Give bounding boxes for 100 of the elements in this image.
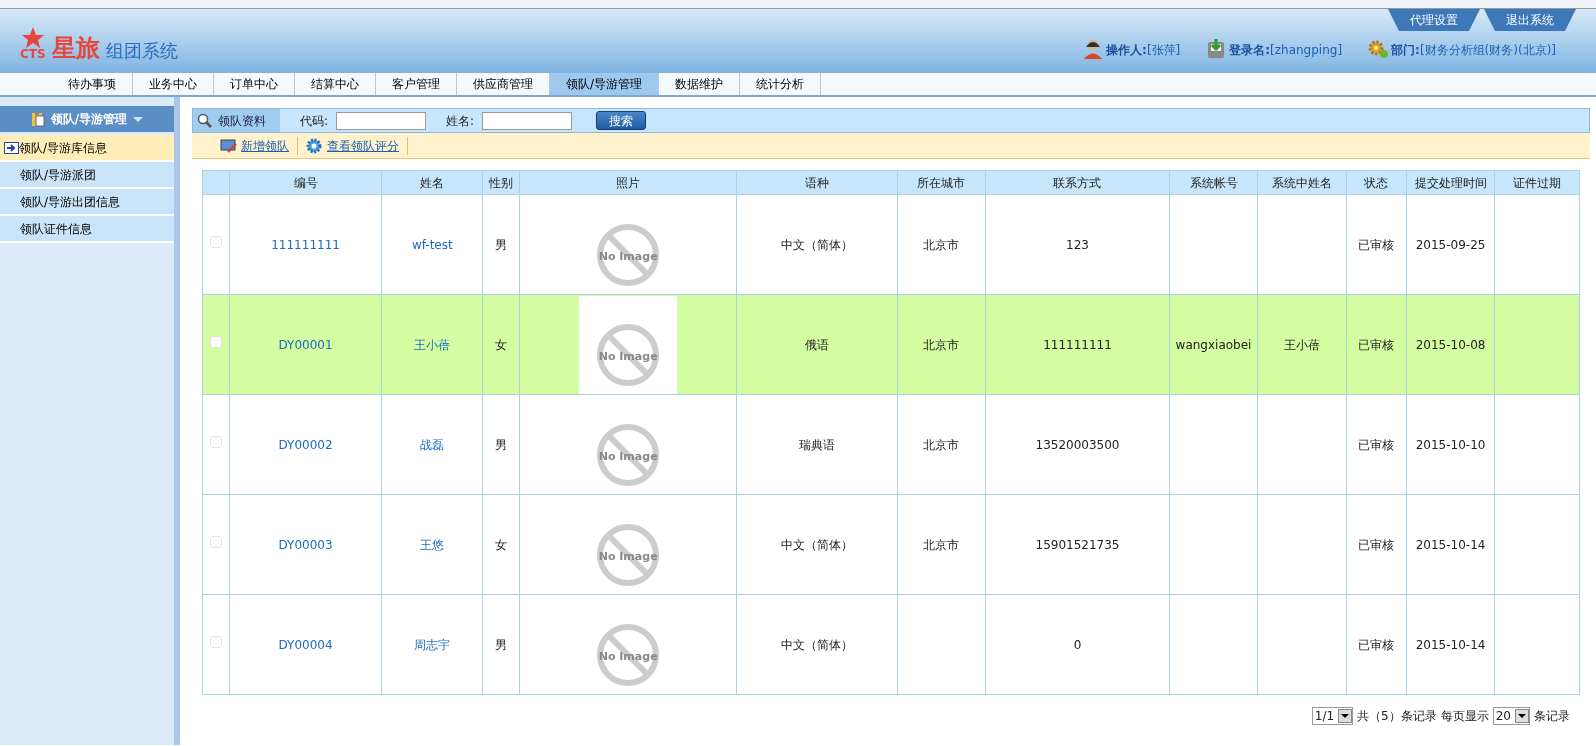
download-icon (1206, 39, 1227, 60)
table-cell-text: 北京市 (923, 437, 960, 452)
table-cell-text: 瑞典语 (798, 437, 835, 452)
no-entry-icon (596, 623, 661, 688)
row-checkbox[interactable] (209, 535, 222, 548)
table-cell-text: 15901521735 (1035, 537, 1120, 552)
row-checkbox[interactable] (209, 435, 222, 448)
nav-tab[interactable]: 结算中心 (295, 73, 376, 95)
row-checkbox[interactable] (209, 635, 222, 648)
field-label: 代码: (300, 112, 329, 130)
star-icon (21, 27, 44, 48)
nav-tab[interactable]: 客户管理 (376, 73, 457, 95)
record-link[interactable]: DY00001 (278, 337, 333, 352)
record-link[interactable]: DY00002 (278, 437, 333, 452)
column-header: 提交处理时间 (1406, 170, 1495, 195)
sidebar-item[interactable]: 领队/导游库信息 (0, 135, 174, 162)
column-header: 系统中姓名 (1257, 170, 1347, 195)
page-select[interactable]: 1/1 (1311, 707, 1354, 725)
table-cell-text: 女 (495, 337, 508, 352)
record-link[interactable]: DY00004 (278, 637, 333, 652)
record-link[interactable]: 战磊 (420, 437, 445, 452)
caret-icon (133, 116, 144, 122)
table-cell-text: 2015-10-10 (1415, 437, 1486, 452)
table-cell-text: 北京市 (923, 537, 960, 552)
nav-tab[interactable]: 业务中心 (133, 73, 214, 95)
table-row[interactable]: DY00002 战磊 男 No Image 瑞典语 北京市 13520003500 已审核 2015-10-10 (202, 394, 1580, 495)
logo-text: CTS (20, 48, 46, 60)
search-button[interactable]: 搜索 (596, 111, 647, 130)
sidebar-item[interactable]: 领队/导游出团信息 (0, 189, 174, 216)
record-link[interactable]: DY00003 (278, 537, 333, 552)
table-cell-text: 俄语 (804, 337, 829, 352)
table-cell-text: 已审核 (1358, 337, 1395, 352)
record-link[interactable]: 周志宇 (414, 637, 451, 652)
record-count: 共（5）条记录 (1357, 708, 1437, 725)
photo-caption: No Image (598, 249, 658, 266)
row-checkbox[interactable] (209, 235, 222, 248)
row-checkbox[interactable] (209, 335, 222, 348)
table-cell-text: 2015-10-14 (1415, 637, 1486, 652)
record-link[interactable]: 王小蓓 (414, 337, 451, 352)
input-field[interactable] (482, 111, 573, 130)
nav-tab[interactable]: 数据维护 (659, 73, 741, 95)
input-field[interactable] (336, 111, 427, 130)
toolbar-link[interactable]: 新增领队 (220, 136, 298, 155)
header-button[interactable]: 退出系统 (1484, 9, 1576, 31)
table-row[interactable]: 111111111 wf-test 男 No Image 中文（简体） 北京市 123 已审核 2015-09-25 (202, 194, 1580, 295)
caret-icon (1518, 714, 1526, 718)
nav-tab[interactable]: 订单中心 (214, 73, 295, 95)
header-button[interactable]: 代理设置 (1388, 9, 1480, 31)
table-cell-text: 中文（简体） (780, 537, 853, 552)
column-header: 照片 (519, 170, 737, 195)
field-label: 姓名: (446, 112, 475, 130)
table-cell-text: 已审核 (1358, 437, 1395, 452)
search-icon (197, 113, 212, 128)
column-header: 系统帐号 (1169, 170, 1258, 195)
table-row[interactable]: DY00001 王小蓓 女 No Image 俄语 北京市 111111111 wangxiaobei 王小蓓 已审核 2015-10-08 (202, 294, 1580, 395)
gear-icon (306, 137, 323, 154)
table-cell-text: wangxiaobei (1175, 337, 1252, 352)
table-cell-text: 111111111 (1043, 337, 1112, 352)
toolbar-link[interactable]: 查看领队评分 (306, 136, 408, 155)
sidebar-title: 领队/导游管理 (50, 111, 128, 128)
table-cell-text: 2015-10-08 (1415, 337, 1486, 352)
table-cell-text: 北京市 (923, 237, 960, 252)
clipboard-icon (30, 111, 45, 127)
person-icon (1083, 39, 1104, 60)
table-row[interactable]: DY00004 周志宇 男 No Image 中文（简体） 0 已审核 2015-10-14 (202, 594, 1580, 695)
search-tab[interactable]: 领队资料 (193, 109, 280, 132)
table-cell-text: 已审核 (1358, 537, 1395, 552)
page-size-select[interactable]: 20 (1492, 707, 1530, 725)
table-cell-text: 2015-10-14 (1415, 537, 1486, 552)
column-header: 证件过期 (1494, 170, 1580, 195)
arrow-icon (4, 141, 19, 154)
table-cell-text: 2015-09-25 (1415, 237, 1486, 252)
brand-name: 星旅 (51, 36, 100, 60)
caret-icon (1341, 714, 1350, 718)
column-header: 性别 (482, 170, 520, 195)
table-cell-text: 已审核 (1358, 237, 1395, 252)
page-size-label: 每页显示 (1440, 708, 1489, 725)
table-cell-text: 男 (495, 637, 508, 652)
table-cell-text: 已审核 (1358, 637, 1395, 652)
sidebar-item[interactable]: 领队/导游派团 (0, 162, 174, 189)
nav-tab[interactable]: 领队/导游管理 (550, 73, 660, 95)
column-header: 状态 (1346, 170, 1407, 195)
record-link[interactable]: wf-test (411, 237, 453, 252)
user-info-text: 操作人:[张萍] (1106, 41, 1181, 59)
gears-icon (1368, 39, 1389, 60)
sidebar-item[interactable]: 领队证件信息 (0, 216, 174, 243)
user-info-text: 登录名:[zhangping] (1229, 41, 1343, 59)
no-entry-icon (596, 323, 661, 388)
table-cell-text: 中文（简体） (780, 237, 853, 252)
column-header: 编号 (229, 170, 382, 195)
table-cell-text: 男 (495, 437, 508, 452)
record-link[interactable]: 111111111 (271, 237, 340, 252)
nav-tab[interactable]: 统计分析 (740, 73, 822, 95)
table-row[interactable]: DY00003 王悠 女 No Image 中文（简体） 北京市 15901521735 已审核 2015-10-14 (202, 494, 1580, 595)
column-header: 所在城市 (897, 170, 986, 195)
no-entry-icon (596, 223, 661, 288)
nav-tab[interactable]: 待办事项 (52, 73, 133, 95)
no-entry-icon (596, 523, 661, 588)
record-link[interactable]: 王悠 (420, 537, 445, 552)
table-cell-text: 女 (495, 537, 508, 552)
